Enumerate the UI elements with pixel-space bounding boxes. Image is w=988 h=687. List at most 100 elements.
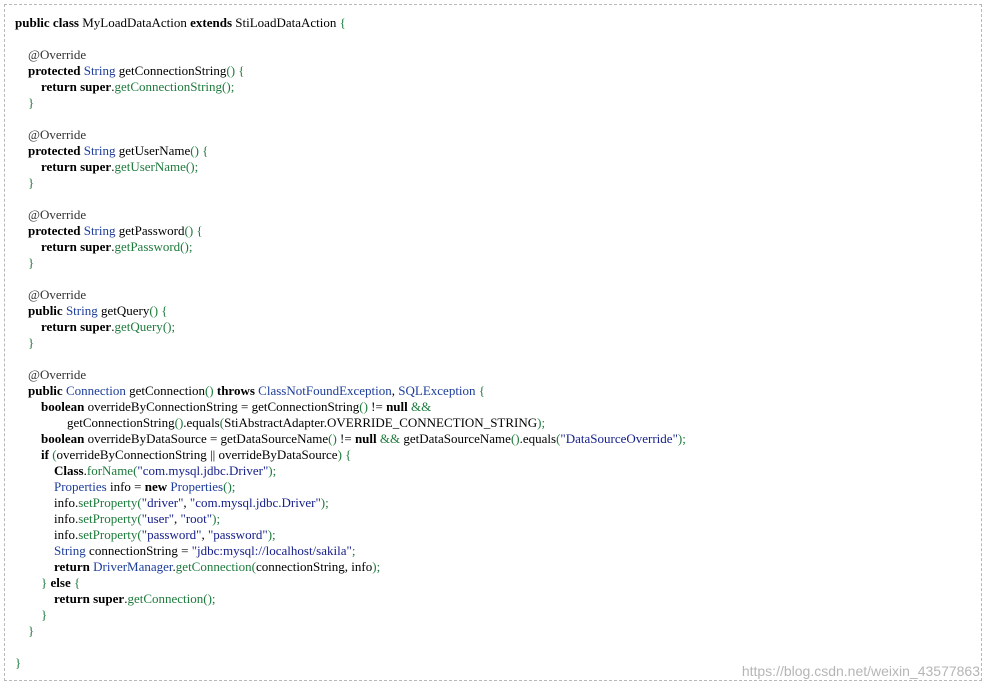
code-token: extends	[190, 15, 236, 30]
code-line: @Override	[15, 367, 686, 383]
code-token: );	[537, 415, 546, 430]
code-line: info.setProperty("driver", "com.mysql.jd…	[15, 495, 686, 511]
code-token: () {	[184, 223, 203, 238]
code-token: else	[50, 575, 74, 590]
code-token: setProperty	[78, 511, 138, 526]
code-line: Properties info = new Properties();	[15, 479, 686, 495]
code-line: }	[15, 335, 686, 351]
code-token: getQuery	[100, 303, 150, 318]
code-token: getConnectionString	[118, 63, 227, 78]
code-token: protected	[15, 63, 84, 78]
code-token: getConnectionString	[114, 79, 223, 94]
code-token: {	[73, 575, 81, 590]
code-line: Class.forName("com.mysql.jdbc.Driver");	[15, 463, 686, 479]
code-token: info.	[15, 511, 79, 526]
code-token: String	[83, 223, 119, 238]
code-token: setProperty	[78, 495, 138, 510]
code-token: ()	[204, 383, 217, 398]
code-token: }	[15, 655, 22, 670]
code-token: }	[15, 623, 35, 638]
code-token: getConnection	[175, 559, 252, 574]
code-token: ();	[222, 79, 235, 94]
code-token: }	[15, 575, 51, 590]
code-token: getDataSourceName	[403, 431, 511, 446]
code-line: }	[15, 655, 686, 671]
code-token: DriverManager	[93, 559, 173, 574]
code-token: ) {	[337, 447, 352, 462]
code-token: @Override	[15, 367, 87, 382]
code-token: getConnection	[129, 383, 205, 398]
code-token: ClassNotFoundException	[258, 383, 392, 398]
code-token: .equals	[183, 415, 220, 430]
code-token: );	[372, 559, 381, 574]
code-token: () {	[190, 143, 209, 158]
code-line: @Override	[15, 287, 686, 303]
code-line: } else {	[15, 575, 686, 591]
code-line: info.setProperty("password", "password")…	[15, 527, 686, 543]
code-token: public	[15, 303, 66, 318]
code-container: public class MyLoadDataAction extends St…	[4, 4, 982, 681]
code-token: setProperty	[78, 527, 138, 542]
code-token: "DataSourceOverride"	[560, 431, 678, 446]
code-line: return super.getConnection();	[15, 591, 686, 607]
code-token: .equals	[519, 431, 557, 446]
code-token: return super	[15, 79, 112, 94]
code-token: SQLException	[398, 383, 479, 398]
code-token: ();	[223, 479, 236, 494]
code-line: @Override	[15, 47, 686, 63]
code-token: return	[15, 559, 94, 574]
code-token: @Override	[15, 47, 87, 62]
code-line: info.setProperty("user", "root");	[15, 511, 686, 527]
code-token: @Override	[15, 207, 87, 222]
code-token: return super	[15, 591, 125, 606]
code-token: ()	[328, 431, 341, 446]
code-line: protected String getUserName() {	[15, 143, 686, 159]
code-line: @Override	[15, 207, 686, 223]
code-token: overrideByConnectionString || overrideBy…	[56, 447, 338, 462]
code-token: Properties	[170, 479, 224, 494]
code-token: return super	[15, 319, 112, 334]
code-token: ()	[359, 399, 372, 414]
code-token: info.	[15, 527, 79, 542]
code-token: StiLoadDataAction	[235, 15, 340, 30]
code-token: boolean	[15, 399, 88, 414]
code-token: "driver"	[141, 495, 184, 510]
code-token: public	[15, 383, 66, 398]
code-line: protected String getConnectionString() {	[15, 63, 686, 79]
code-token: StiAbstractAdapter.OVERRIDE_CONNECTION_S…	[224, 415, 538, 430]
code-line: public Connection getConnection() throws…	[15, 383, 686, 399]
code-line: public String getQuery() {	[15, 303, 686, 319]
code-token: getConnectionString	[15, 415, 175, 430]
code-line: return super.getQuery();	[15, 319, 686, 335]
code-token: ();	[203, 591, 216, 606]
code-token: public class	[15, 15, 83, 30]
code-token: !=	[340, 431, 355, 446]
code-line: return DriverManager.getConnection(conne…	[15, 559, 686, 575]
code-token: forName	[86, 463, 134, 478]
code-token: ();	[162, 319, 176, 334]
code-token: getUserName	[118, 143, 191, 158]
code-token: MyLoadDataAction	[82, 15, 191, 30]
code-token: }	[15, 607, 48, 622]
code-token: "user"	[141, 511, 175, 526]
code-line: }	[15, 95, 686, 111]
code-token: @Override	[15, 287, 87, 302]
code-token: if	[15, 447, 53, 462]
code-token: getPassword	[114, 239, 181, 254]
code-token: boolean	[15, 431, 88, 446]
code-token: protected	[15, 143, 84, 158]
code-token: !=	[371, 399, 387, 414]
code-line: return super.getConnectionString();	[15, 79, 686, 95]
code-token: String	[83, 143, 119, 158]
code-token: "com.mysql.jdbc.Driver"	[137, 463, 269, 478]
code-line: }	[15, 607, 686, 623]
code-token: info.	[15, 495, 79, 510]
code-line: }	[15, 623, 686, 639]
code-token: getConnection	[127, 591, 204, 606]
code-token: info =	[109, 479, 145, 494]
code-line: String connectionString = "jdbc:mysql://…	[15, 543, 686, 559]
